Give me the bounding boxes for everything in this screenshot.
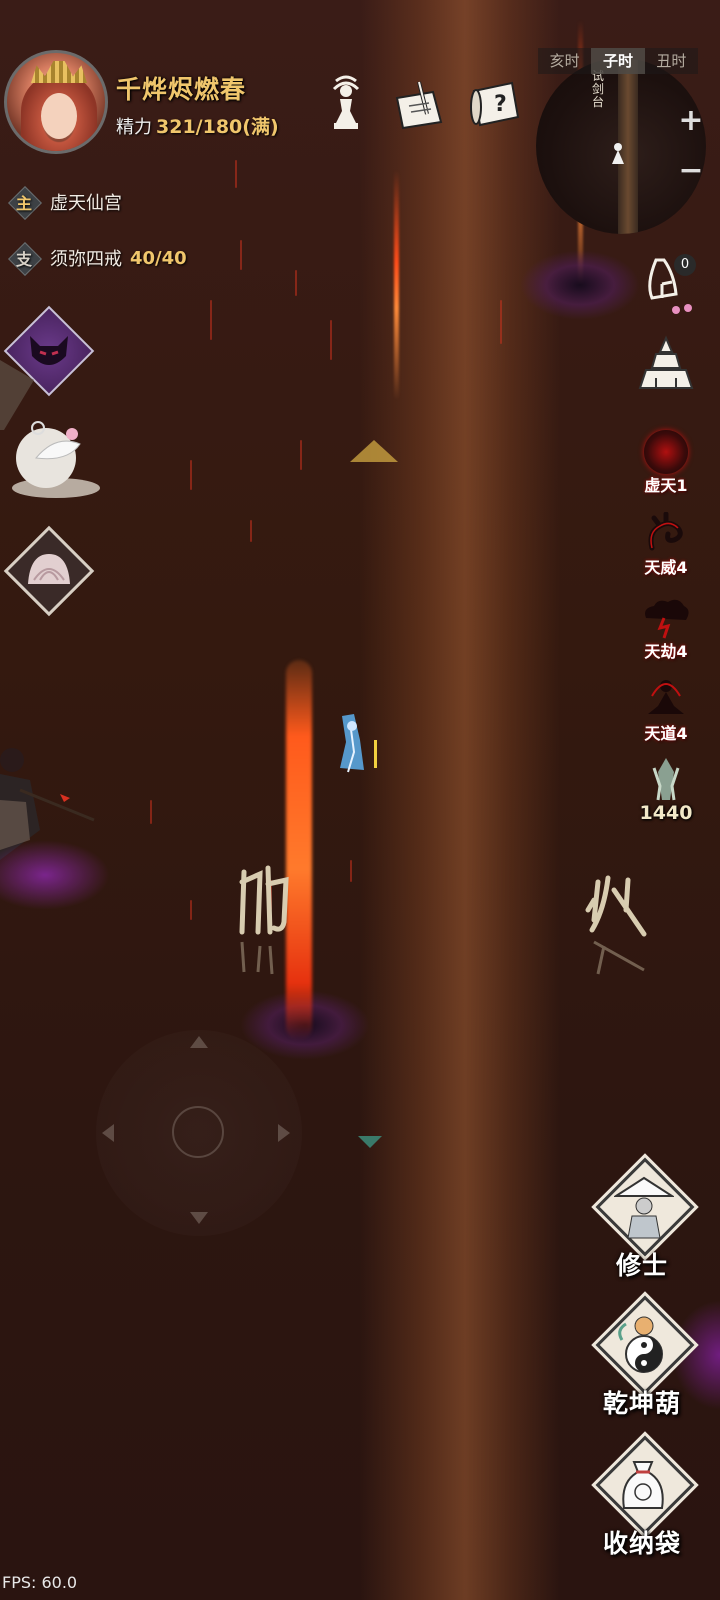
- thunder-cloud-icon: [645, 599, 689, 639]
- quest-side[interactable]: 支 须弥四戒 40/40: [8, 240, 187, 276]
- buff-label: 天道4: [644, 724, 688, 743]
- time-slot: 亥时: [549, 52, 580, 70]
- quest-main-title: 虚天仙宫: [50, 193, 122, 214]
- pagoda-icon: [638, 335, 694, 389]
- yin-yang-gourd-icon: [618, 1316, 663, 1373]
- buff-label: 天威4: [644, 558, 688, 577]
- energy-display: 精力 321/180(满): [116, 112, 279, 139]
- svg-text:?: ?: [494, 92, 507, 117]
- enemy-marker: [358, 1136, 382, 1148]
- scroll-brush-button[interactable]: [392, 74, 448, 134]
- time-slot: 丑时: [656, 52, 687, 70]
- rain-streak: [350, 860, 352, 882]
- notification-badge: 0: [674, 254, 696, 276]
- crystal-count: 1440: [639, 802, 693, 824]
- gourd-button[interactable]: 乾坤葫: [590, 1295, 695, 1420]
- minimap-zoom-out-button[interactable]: −: [678, 156, 704, 186]
- buff-tianwei[interactable]: 天威4: [634, 512, 698, 578]
- player-avatar[interactable]: [4, 50, 108, 154]
- joystick-knob[interactable]: [172, 1106, 224, 1158]
- buff-xutian[interactable]: 虚天1: [634, 430, 698, 496]
- floor-glyph-left: [234, 862, 294, 978]
- rain-streak: [150, 800, 152, 824]
- minimap[interactable]: 试剑台: [536, 58, 706, 234]
- rain-streak: [235, 160, 237, 188]
- cultivator-label: 修士: [615, 1251, 668, 1280]
- storage-bag-label: 收纳袋: [602, 1529, 681, 1558]
- joystick-down-arrow: [190, 1212, 208, 1224]
- rain-streak: [300, 440, 302, 470]
- music-note-button[interactable]: 0: [640, 254, 698, 318]
- rain-streak: [190, 900, 192, 920]
- rain-streak: [500, 300, 502, 344]
- crystal-counter[interactable]: 1440: [634, 756, 698, 824]
- energy-value: 321/180(满): [156, 116, 279, 138]
- buff-tiandao[interactable]: 天道4: [634, 676, 698, 744]
- fire-streak: [394, 170, 399, 400]
- player-hp-bar: [374, 740, 377, 768]
- buff-tianjie[interactable]: 天劫4: [634, 596, 698, 662]
- quest-scroll-icon: ?: [470, 81, 520, 127]
- minimap-location-label: 试剑台: [592, 69, 605, 109]
- cultivator-hat-icon: [614, 1176, 674, 1239]
- crystal-icon: [652, 758, 680, 801]
- rain-streak: [210, 300, 212, 340]
- rain-streak: [250, 520, 252, 542]
- buff-label: 天劫4: [644, 642, 688, 661]
- floor-glyph-right: [584, 870, 654, 980]
- shell-icon: [28, 554, 70, 584]
- joystick-right-arrow: [278, 1124, 290, 1142]
- banner-edge: [0, 360, 36, 430]
- gourd-label: 乾坤葫: [602, 1389, 681, 1418]
- player-name: 千烨烬燃春: [116, 75, 247, 104]
- fire-pillar: [286, 660, 312, 1040]
- joystick-left-arrow: [102, 1124, 114, 1142]
- quest-main-tag: 主: [8, 186, 40, 218]
- storage-bag-icon: [622, 1461, 664, 1509]
- quest-scroll-button[interactable]: ?: [468, 74, 524, 134]
- quest-main[interactable]: 主 虚天仙宫: [8, 184, 122, 220]
- shell-item-button[interactable]: [3, 525, 95, 617]
- scroll-brush-icon: [395, 81, 443, 130]
- demon-orb-icon: [644, 430, 688, 474]
- quest-side-progress: 40/40: [130, 247, 187, 269]
- quest-side-title: 须弥四戒: [50, 249, 122, 270]
- buff-label: 虚天1: [644, 476, 688, 495]
- rain-streak: [295, 270, 297, 296]
- rain-streak: [330, 320, 332, 360]
- chess-piece-icon: [332, 75, 360, 129]
- time-slot-current: 子时: [591, 48, 645, 74]
- quest-side-tag: 支: [8, 242, 40, 274]
- avatar-crown: [31, 61, 87, 83]
- joystick-up-arrow: [190, 1036, 208, 1048]
- rain-streak: [190, 460, 192, 490]
- fps-counter: FPS: 60.0: [2, 1573, 78, 1592]
- time-of-day-bar: 亥时 子时 丑时: [538, 48, 698, 74]
- minimap-zoom-in-button[interactable]: +: [678, 106, 704, 136]
- minimap-player-icon: [610, 142, 626, 166]
- dragon-icon: [648, 512, 683, 551]
- dark-vortex: [520, 250, 640, 320]
- waypoint-marker: [350, 440, 398, 462]
- cultivator-button[interactable]: 修士: [590, 1157, 695, 1282]
- meditation-icon: [648, 680, 684, 714]
- energy-label: 精力: [116, 117, 152, 138]
- storage-bag-button[interactable]: 收纳袋: [590, 1435, 695, 1560]
- player-character: [336, 712, 368, 776]
- avatar-face: [41, 93, 77, 139]
- rain-streak: [240, 240, 242, 270]
- virtual-joystick[interactable]: [96, 1030, 302, 1236]
- pagoda-button[interactable]: [636, 334, 696, 398]
- chess-piece-button[interactable]: [318, 74, 374, 134]
